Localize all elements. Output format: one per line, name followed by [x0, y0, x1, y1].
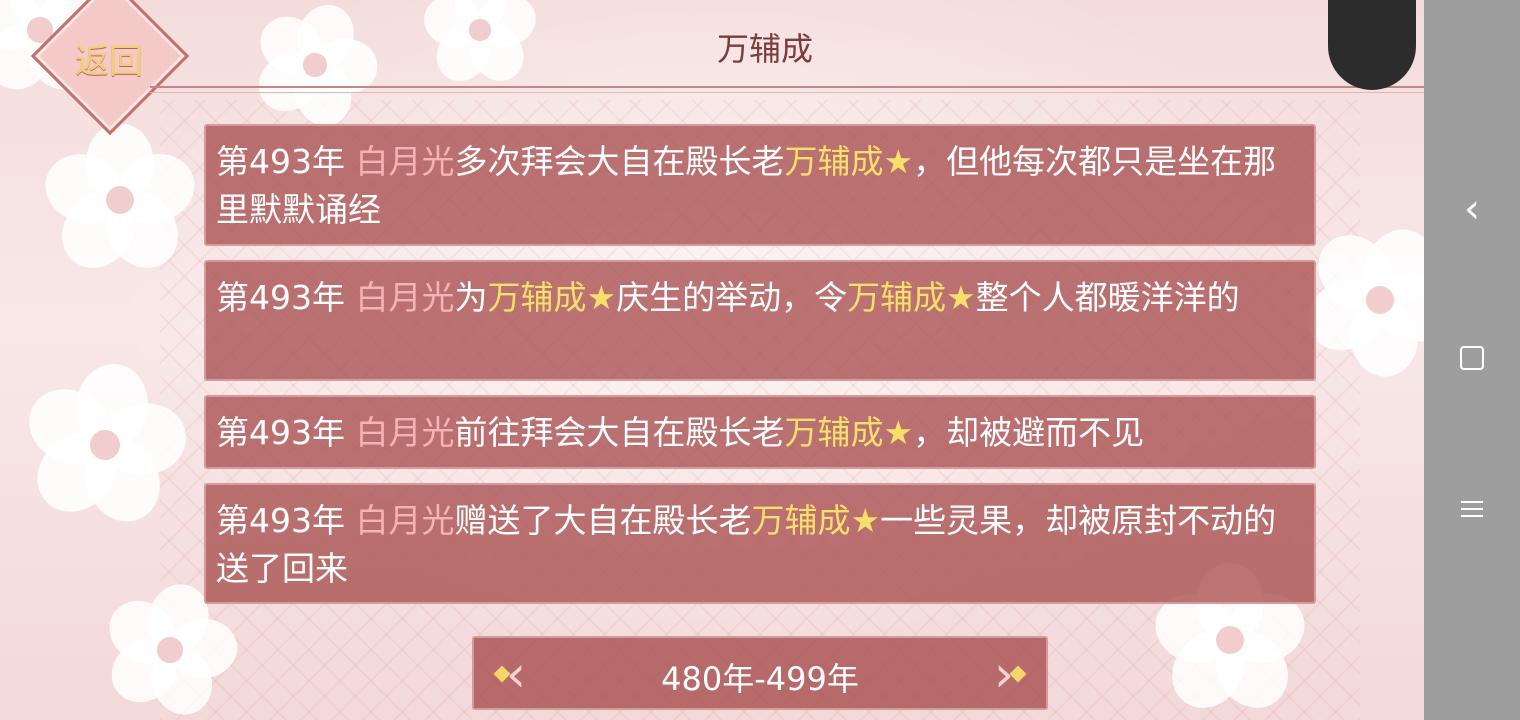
- title-divider: [150, 86, 1424, 93]
- chevron-right-icon[interactable]: ›: [974, 642, 1034, 706]
- event-entry: 第493年 白月光多次拜会大自在殿长老万辅成★，但他每次都只是坐在那里默默诵经: [204, 124, 1316, 246]
- target-name: 万辅成★: [847, 278, 976, 317]
- entry-year: 第493年: [216, 413, 356, 452]
- flower-decoration: [417, 0, 543, 92]
- entry-text: ，却被避而不见: [913, 413, 1145, 452]
- back-icon[interactable]: ‹: [1424, 186, 1520, 232]
- system-navbar: ‹: [1424, 0, 1520, 720]
- entry-text: 为: [454, 278, 488, 317]
- actor-name: 白月光: [355, 413, 455, 452]
- entry-year: 第493年: [216, 501, 356, 540]
- entry-year: 第493年: [216, 142, 356, 181]
- entry-text: 多次拜会大自在殿长老: [454, 142, 785, 181]
- target-name: 万辅成★: [751, 501, 881, 540]
- entry-text: 整个人都暖洋洋的: [975, 278, 1240, 317]
- event-entry: 第493年 白月光前往拜会大自在殿长老万辅成★，却被避而不见: [204, 395, 1316, 469]
- event-entry: 第493年 白月光为万辅成★庆生的举动，令万辅成★整个人都暖洋洋的: [204, 260, 1316, 381]
- entry-text: 赠送了大自在殿长老: [454, 501, 752, 540]
- page-title: 万辅成: [716, 30, 813, 68]
- event-entry: 第493年 白月光赠送了大自在殿长老万辅成★一些灵果，却被原封不动的送了回来: [204, 483, 1316, 604]
- overlay-circle: [1328, 0, 1416, 90]
- target-name: 万辅成★: [487, 278, 617, 317]
- target-name: 万辅成★: [784, 413, 914, 452]
- actor-name: 白月光: [355, 278, 455, 317]
- entry-year: 第493年: [216, 278, 356, 317]
- entry-text: 庆生的举动，令: [616, 278, 848, 317]
- entry-text: 前往拜会大自在殿长老: [454, 413, 785, 452]
- actor-name: 白月光: [355, 142, 455, 181]
- period-label[interactable]: 480年-499年: [474, 654, 1046, 700]
- actor-name: 白月光: [355, 501, 455, 540]
- home-icon[interactable]: [1424, 346, 1520, 374]
- game-screen: 返回 万辅成 ✿ 第493年 白月光多次拜会大自在殿长老万辅成★，但他每次都只是…: [0, 0, 1424, 720]
- menu-icon[interactable]: [1424, 496, 1520, 522]
- back-button-label[interactable]: 返回: [64, 34, 154, 83]
- period-pager: ‹ 480年-499年 ›: [472, 636, 1048, 710]
- target-name: 万辅成★: [784, 142, 914, 181]
